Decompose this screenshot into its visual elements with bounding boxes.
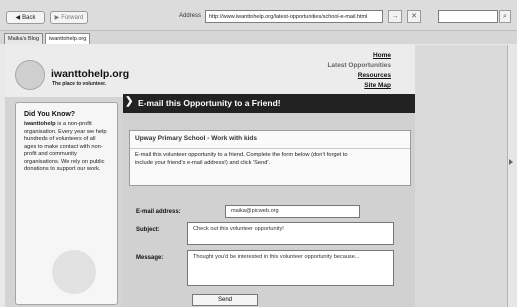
browser-right-gutter: [415, 45, 507, 307]
stop-icon: ✕: [411, 13, 417, 20]
search-input[interactable]: [438, 10, 498, 23]
back-label: Back: [22, 14, 36, 21]
email-label: E-mail address:: [136, 209, 181, 215]
back-arrow-icon: ◀: [15, 15, 21, 21]
go-arrow-icon: →: [391, 13, 399, 20]
message-field[interactable]: Thought you'd be interested in this volu…: [187, 250, 394, 286]
tab-bar: Maika's Blog iwanttohelp.org: [0, 31, 517, 44]
opportunity-text: E-mail this volunteer opportunity to a f…: [135, 152, 348, 166]
scroll-arrow-icon[interactable]: [509, 159, 513, 165]
nav-latest-opportunities[interactable]: Latest Opportunities: [327, 61, 391, 71]
subject-label: Subject:: [136, 227, 160, 233]
site-logo-text[interactable]: iwanttohelp.org: [51, 68, 129, 80]
site-nav: Home Latest Opportunities Resources Site…: [327, 51, 391, 91]
nav-home[interactable]: Home: [327, 51, 391, 61]
panel-body: is a non-profit organisation. Every year…: [24, 121, 107, 172]
logo-icon[interactable]: [15, 60, 45, 90]
send-button[interactable]: Send: [192, 294, 258, 306]
forward-button[interactable]: ▶ Forward: [50, 11, 88, 24]
title-arrow-icon: ❯: [125, 96, 134, 107]
panel-text: iwanttohelp is a non-profit organisation…: [24, 121, 108, 174]
stop-button[interactable]: ✕: [407, 10, 421, 23]
panel-brand: iwanttohelp: [24, 121, 56, 127]
address-field[interactable]: http://www.iwanttohelp.org/latest-opport…: [205, 10, 383, 23]
page-title: E-mail this Opportunity to a Friend!: [123, 94, 415, 113]
browser-toolbar: ◀ Back ▶ Forward Address http://www.iwan…: [0, 0, 517, 31]
browser-window: ◀ Back ▶ Forward Address http://www.iwan…: [0, 0, 517, 307]
forward-arrow-icon: ▶: [54, 15, 60, 21]
subject-field[interactable]: Check out this volunteer opportunity!: [187, 222, 394, 245]
did-you-know-panel: Did You Know? iwanttohelp is a non-profi…: [15, 102, 118, 305]
opportunity-box: Upway Primary School - Work with kids E-…: [129, 130, 411, 186]
nav-site-map[interactable]: Site Map: [327, 81, 391, 91]
search-icon: ⌕: [503, 13, 507, 20]
tab-label: iwanttohelp.org: [49, 36, 87, 42]
forward-label: Forward: [61, 14, 84, 21]
tab-label: Maika's Blog: [8, 36, 40, 42]
tab-iwanttohelp[interactable]: iwanttohelp.org: [45, 33, 91, 44]
address-label: Address: [179, 13, 202, 19]
vertical-scrollbar[interactable]: [507, 45, 517, 307]
site-header: iwanttohelp.org The place to volunteer. …: [5, 45, 415, 97]
site-tagline: The place to volunteer.: [52, 81, 107, 87]
tab-maikas-blog[interactable]: Maika's Blog: [4, 33, 44, 44]
go-button[interactable]: →: [388, 10, 402, 23]
web-page: iwanttohelp.org The place to volunteer. …: [5, 45, 415, 307]
opportunity-title: Upway Primary School - Work with kids: [135, 135, 257, 142]
opportunity-divider: [130, 148, 410, 149]
email-field[interactable]: maika@picweb.org: [225, 205, 360, 218]
nav-resources[interactable]: Resources: [327, 71, 391, 81]
search-button[interactable]: ⌕: [499, 10, 511, 23]
hands-decoration-icon: [52, 250, 96, 294]
back-button[interactable]: ◀ Back: [6, 11, 45, 24]
panel-title: Did You Know?: [24, 111, 76, 118]
message-label: Message:: [136, 255, 164, 261]
